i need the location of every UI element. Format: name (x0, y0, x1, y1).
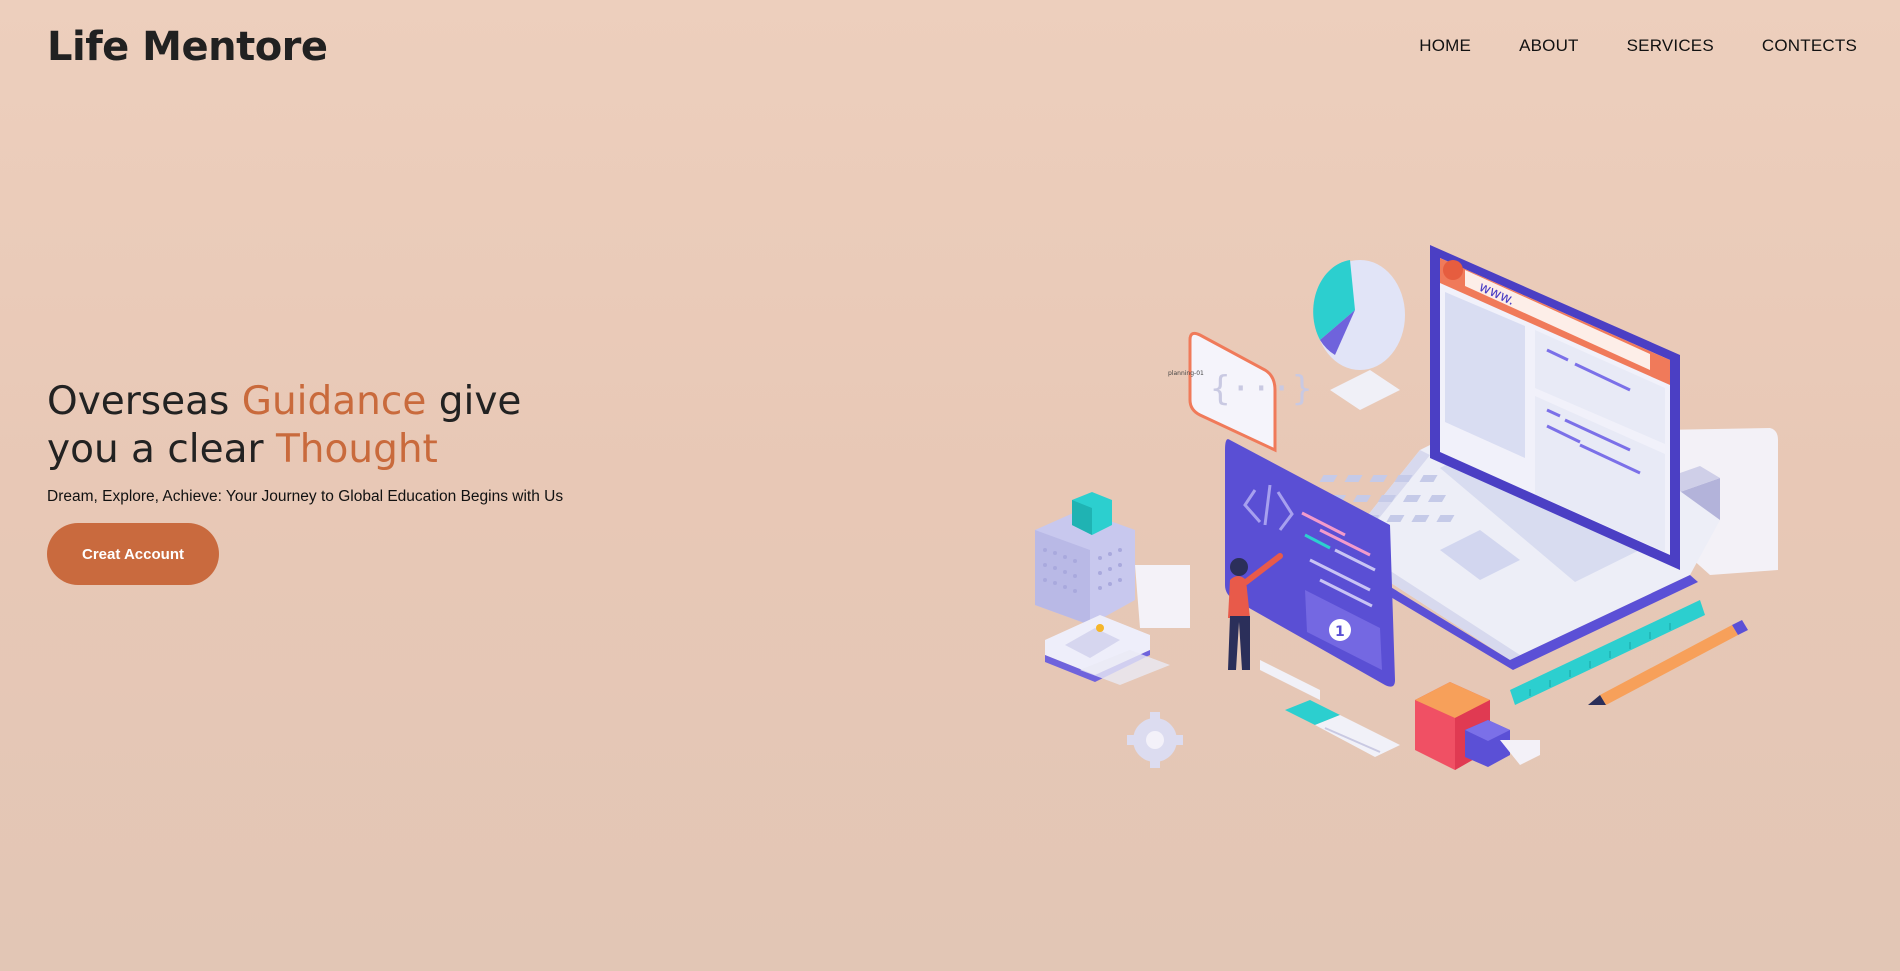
code-board-icon: 1 (1225, 439, 1395, 687)
main-nav: HOME ABOUT SERVICES CONTECTS (1371, 36, 1857, 56)
hero-title-accent-thought: Thought (275, 427, 438, 472)
code-card-icon: {···} planning-01 (1168, 331, 1312, 453)
hero-section: Overseas Guidance give you a clear Thoug… (47, 378, 587, 506)
gear-icon (1127, 712, 1183, 768)
nav-link-services[interactable]: SERVICES (1627, 36, 1714, 56)
hero-illustration: www. {···} planning-01 1 (1035, 245, 1778, 770)
hero-title: Overseas Guidance give you a clear Thoug… (47, 378, 587, 474)
create-account-button[interactable]: Creat Account (47, 523, 219, 585)
nav-link-about[interactable]: ABOUT (1519, 36, 1579, 56)
planning-label: planning-01 (1168, 370, 1204, 377)
nav-link-home[interactable]: HOME (1419, 36, 1471, 56)
nav-link-contacts[interactable]: CONTECTS (1762, 36, 1857, 56)
pie-chart-icon (1313, 260, 1405, 410)
navbar: Life Mentore HOME ABOUT SERVICES CONTECT… (0, 0, 1900, 95)
tag-card-icon (1285, 700, 1400, 757)
pencil-icon (1588, 620, 1748, 705)
hero-subtitle: Dream, Explore, Achieve: Your Journey to… (47, 488, 564, 505)
brand-logo[interactable]: Life Mentore (47, 24, 328, 70)
hero-title-accent-guidance: Guidance (241, 379, 427, 424)
svg-text:{···}: {···} (1210, 369, 1312, 409)
step-number: 1 (1335, 624, 1345, 640)
hero-title-part1: Overseas (47, 379, 242, 424)
building-icon (1035, 492, 1190, 628)
